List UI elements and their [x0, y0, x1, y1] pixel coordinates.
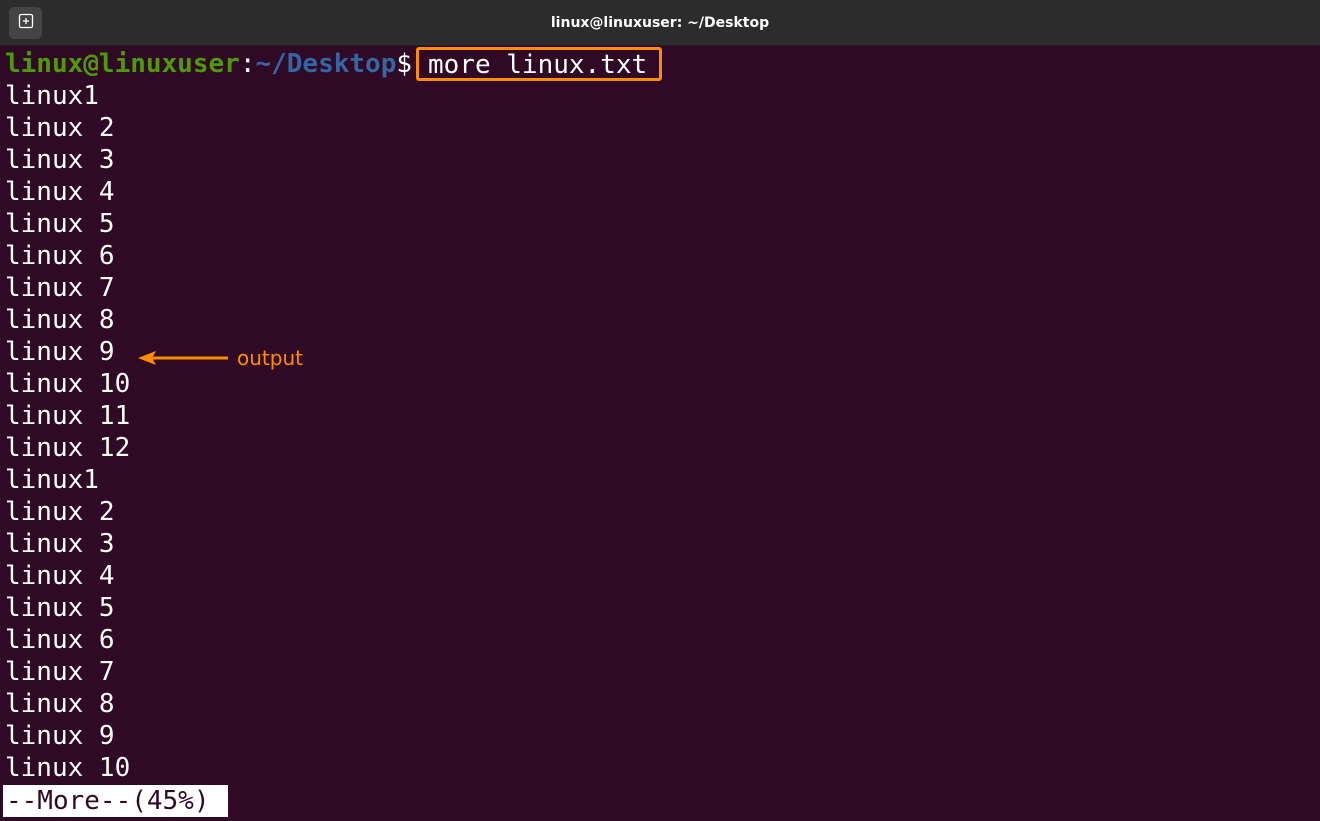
output-line: linux1: [5, 465, 99, 495]
pager-status: --More--(45%): [3, 785, 228, 817]
output-line: linux 2: [5, 113, 115, 143]
output-line: linux 5: [5, 209, 115, 239]
output-line: linux 9: [5, 721, 115, 751]
prompt-line: linux@linuxuser:~/Desktop$ more linux.txt: [5, 47, 663, 81]
command-highlight-box: more linux.txt: [416, 47, 663, 81]
output-line: linux 3: [5, 529, 115, 559]
prompt-path: ~/Desktop: [255, 49, 397, 79]
output-line: linux 2: [5, 497, 115, 527]
output-line: linux 4: [5, 177, 115, 207]
output-line: linux 11: [5, 401, 131, 431]
output-line: linux 4: [5, 561, 115, 591]
prompt-colon: :: [239, 49, 256, 79]
output-line: linux1: [5, 81, 99, 111]
output-line: linux 10: [5, 369, 131, 399]
terminal-content[interactable]: linux@linuxuser:~/Desktop$ more linux.txt…: [0, 47, 1320, 821]
annotation-label: output: [237, 346, 303, 370]
prompt-user-host: linux@linuxuser: [5, 49, 240, 79]
output-line: linux 6: [5, 241, 115, 271]
command-text: more linux.txt: [428, 50, 648, 80]
annotation-arrow-icon: [138, 351, 228, 365]
terminal-window: linux@linuxuser: ~/Desktop linux@linuxus…: [0, 0, 1320, 821]
output-line: linux 8: [5, 305, 115, 335]
title-bar: linux@linuxuser: ~/Desktop: [0, 0, 1320, 46]
output-line: linux 8: [5, 689, 115, 719]
output-line: linux 7: [5, 273, 115, 303]
output-line: linux 10: [5, 753, 131, 783]
output-line: linux 3: [5, 145, 115, 175]
output-line: linux 9: [5, 337, 115, 367]
output-line: linux 6: [5, 625, 115, 655]
output-line: linux 5: [5, 593, 115, 623]
prompt-dollar: $: [396, 49, 413, 79]
output-line: linux 7: [5, 657, 115, 687]
output-line: linux 12: [5, 433, 131, 463]
window-title: linux@linuxuser: ~/Desktop: [550, 15, 770, 31]
